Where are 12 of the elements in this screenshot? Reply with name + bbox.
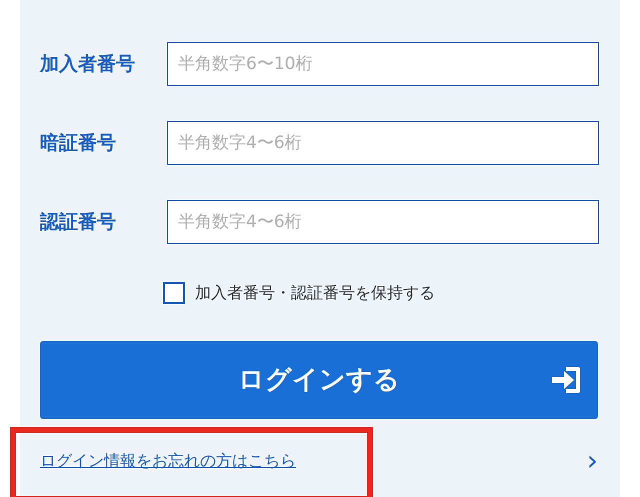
login-button[interactable]: ログインする xyxy=(40,341,598,419)
input-field[interactable]: 半角数字4〜6桁 xyxy=(167,121,599,165)
remember-checkbox[interactable] xyxy=(163,282,185,304)
field-label: 認証番号 xyxy=(40,210,117,235)
login-icon xyxy=(550,365,582,395)
input-field[interactable]: 半角数字4〜6桁 xyxy=(167,200,599,244)
chevron-icon: › xyxy=(586,447,598,475)
input-field[interactable]: 半角数字6〜10桁 xyxy=(167,42,599,86)
forgot-login-link[interactable]: ログイン情報をお忘れの方はこちら xyxy=(40,449,296,473)
field-label: 加入者番号 xyxy=(40,52,136,77)
field-label: 暗証番号 xyxy=(40,130,117,156)
remember-label: 加入者番号・認証番号を保持する xyxy=(195,282,435,304)
